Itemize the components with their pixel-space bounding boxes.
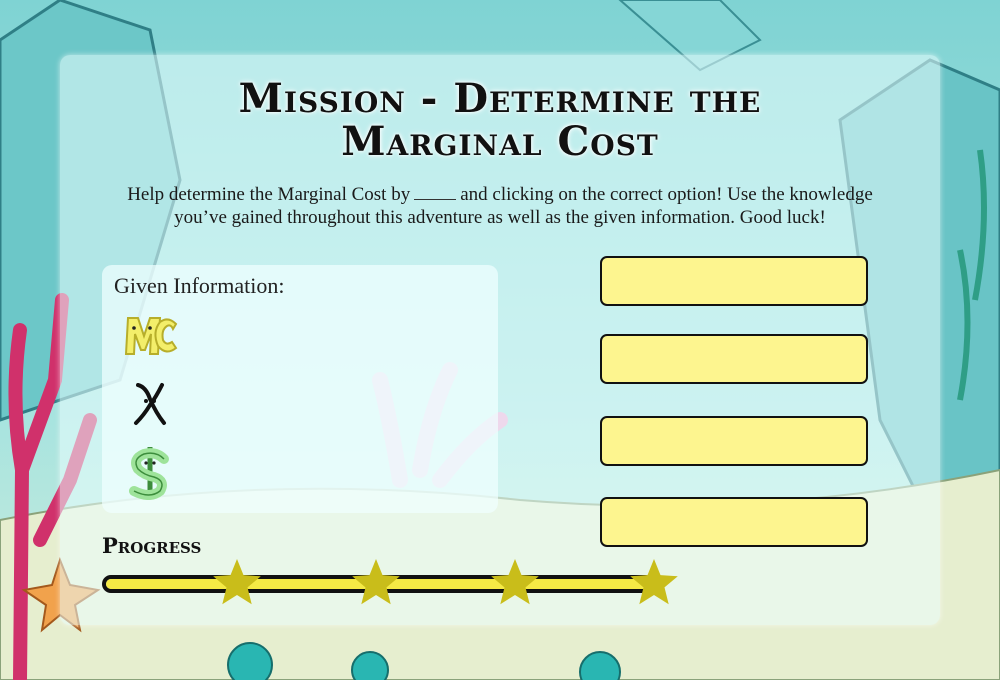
progress-star-4 — [630, 559, 678, 605]
answer-option-1[interactable] — [600, 256, 868, 306]
answer-option-3[interactable] — [600, 416, 868, 466]
progress-stars — [213, 559, 678, 605]
instructions-text: Help determine the Marginal Cost by and c… — [100, 183, 900, 229]
x-letter-icon — [134, 383, 166, 425]
title-line-2: Marginal Cost — [341, 118, 659, 165]
given-information-box: Given Information: — [102, 265, 498, 513]
progress-star-3 — [491, 559, 539, 605]
given-information-heading: Given Information: — [114, 273, 285, 298]
progress-star-2 — [352, 559, 400, 605]
answer-option-2[interactable] — [600, 334, 868, 384]
answer-option-4[interactable] — [600, 497, 868, 547]
instructions-part-1: Help determine the Marginal Cost by — [127, 184, 411, 205]
dollar-sign-icon — [129, 447, 169, 500]
progress-star-1 — [213, 559, 261, 605]
fill-in-blank — [414, 187, 457, 200]
title-line-1: Mission - Determine the — [238, 75, 762, 122]
mission-title: Mission - Determine the Marginal Cost — [60, 77, 940, 163]
mission-panel: Mission - Determine the Marginal Cost He… — [60, 55, 940, 625]
mc-letters-icon — [124, 317, 178, 355]
